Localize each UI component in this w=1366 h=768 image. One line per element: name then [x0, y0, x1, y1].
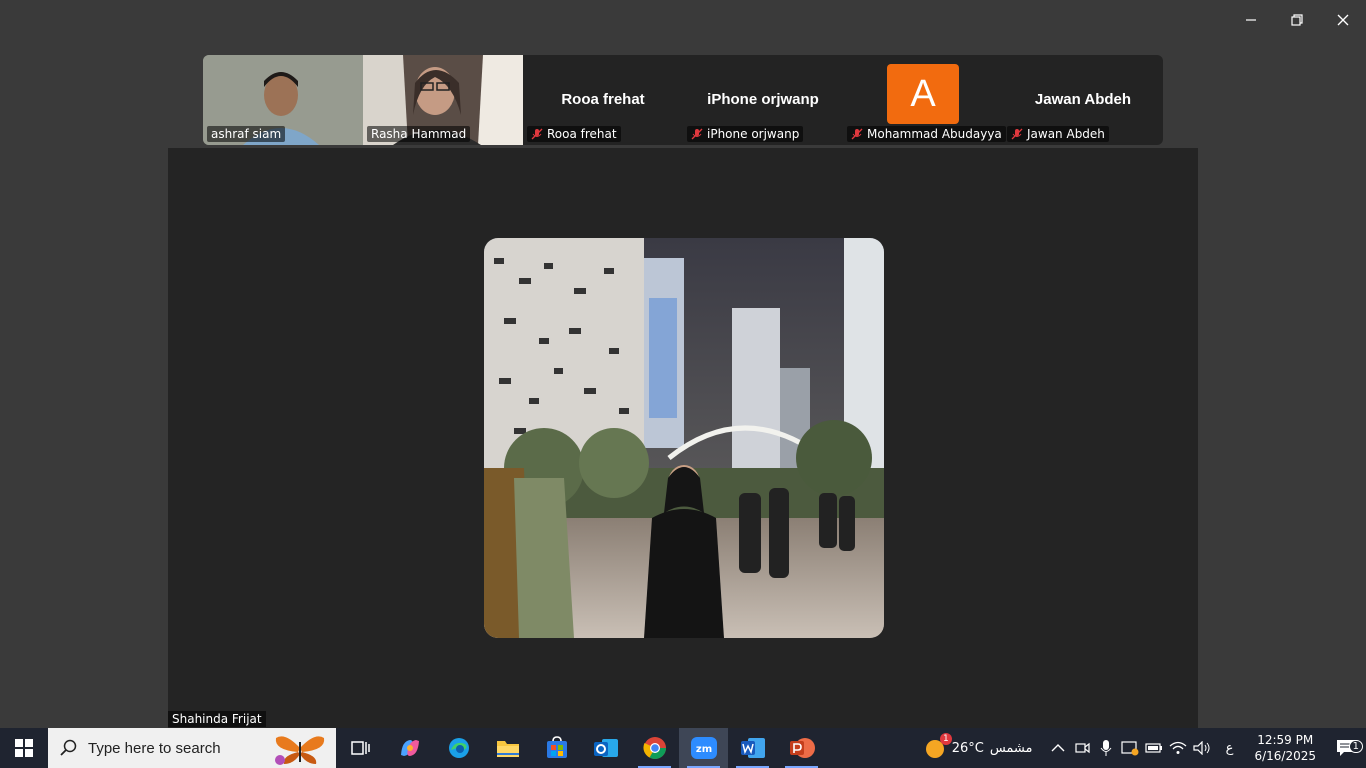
participant-display-name: iPhone orjwanp	[707, 91, 819, 108]
show-hidden-icons-button[interactable]	[1046, 743, 1070, 753]
search-box[interactable]: Type here to search	[48, 728, 336, 768]
participant-tile[interactable]: ashraf siam	[203, 55, 363, 145]
word-button[interactable]	[728, 728, 777, 768]
clock[interactable]: 12:59 PM 6/16/2025	[1254, 732, 1316, 764]
meet-now-button[interactable]	[1070, 741, 1094, 755]
window-controls	[1228, 6, 1366, 34]
svg-text:zm: zm	[695, 744, 711, 755]
start-button[interactable]	[0, 728, 48, 768]
participant-display-name: Jawan Abdeh	[1034, 91, 1132, 108]
battery-button[interactable]	[1142, 742, 1166, 754]
notification-count: 1	[1348, 740, 1363, 753]
participant-tile[interactable]: Jawan Abdeh Jawan Abdeh	[1003, 55, 1163, 145]
sun-icon: 1	[924, 733, 952, 759]
network-status-button[interactable]	[1118, 740, 1142, 756]
minimize-icon	[1246, 19, 1256, 21]
participant-tile[interactable]: A Mohammad Abudayya	[843, 55, 1006, 145]
city-night-photo	[484, 238, 884, 638]
wifi-button[interactable]	[1166, 741, 1190, 755]
chevron-up-icon	[1051, 744, 1065, 752]
weather-text: مشمس	[989, 740, 1033, 756]
wifi-icon	[1170, 741, 1187, 754]
muted-mic-icon	[531, 128, 543, 140]
avatar: A	[887, 64, 959, 124]
muted-mic-icon	[691, 128, 703, 140]
chrome-icon	[642, 737, 666, 759]
outlook-button[interactable]	[581, 728, 630, 768]
file-explorer-button[interactable]	[483, 728, 532, 768]
restore-button[interactable]	[1274, 6, 1320, 34]
windows-icon	[15, 739, 33, 757]
search-icon	[60, 739, 77, 756]
minimize-button[interactable]	[1228, 6, 1274, 34]
clock-date: 6/16/2025	[1254, 749, 1316, 763]
participant-label: Mohammad Abudayya	[847, 126, 1006, 142]
zoom-button[interactable]: zm	[679, 728, 728, 768]
volume-button[interactable]	[1190, 741, 1214, 755]
participant-label: iPhone orjwanp	[687, 126, 804, 142]
participant-label: ashraf siam	[207, 126, 286, 142]
muted-mic-icon	[1011, 128, 1023, 140]
battery-icon	[1145, 743, 1163, 753]
zoom-icon: zm	[690, 737, 717, 759]
task-view-button[interactable]	[336, 728, 385, 768]
outlook-icon	[593, 739, 618, 757]
edge-icon	[448, 738, 469, 758]
participant-display-name: Rooa frehat	[561, 91, 645, 108]
participant-tile[interactable]: Rooa frehat Rooa frehat	[523, 55, 683, 145]
copilot-icon	[400, 740, 419, 756]
butterfly-icon	[275, 736, 325, 765]
microphone-button[interactable]	[1094, 740, 1118, 756]
word-icon	[740, 738, 765, 758]
close-icon	[1337, 14, 1349, 26]
participant-label: Rasha Hammad	[367, 126, 471, 142]
powerpoint-button[interactable]	[777, 728, 826, 768]
store-button[interactable]	[532, 728, 581, 768]
participant-strip: ashraf siam Rasha Hammad Rooa frehat Roo…	[203, 55, 1163, 145]
participant-tile[interactable]: iPhone orjwanp iPhone orjwanp	[683, 55, 843, 145]
notifications-button[interactable]: 1	[1326, 739, 1366, 757]
volume-icon	[1193, 741, 1210, 755]
weather-badge: 1	[939, 733, 952, 745]
profile-picture	[484, 238, 884, 638]
muted-mic-icon	[851, 128, 863, 140]
participant-label: Rooa frehat	[527, 126, 621, 142]
folder-icon	[496, 741, 519, 757]
store-icon	[546, 736, 567, 758]
search-placeholder: Type here to search	[88, 739, 221, 757]
weather-widget[interactable]: 1 26°C مشمس	[924, 733, 1033, 759]
clock-time: 12:59 PM	[1257, 733, 1314, 747]
language-indicator[interactable]: ع	[1214, 741, 1244, 756]
weather-temp: 26°C	[951, 740, 984, 756]
powerpoint-icon	[789, 738, 815, 758]
task-view-icon	[350, 741, 370, 755]
copilot-button[interactable]	[385, 728, 434, 768]
restore-icon	[1291, 14, 1303, 26]
system-tray: 1 26°C مشمس ع 12:59 PM 6/16/2025 1	[924, 728, 1366, 768]
taskbar: Type here to search zm 1 26°C مشمس ع 12:…	[0, 728, 1366, 768]
chrome-button[interactable]	[630, 728, 679, 768]
microphone-icon	[1101, 740, 1112, 756]
camera-icon	[1075, 742, 1091, 754]
display-icon	[1121, 741, 1139, 756]
participant-label: Jawan Abdeh	[1007, 126, 1109, 142]
close-button[interactable]	[1320, 6, 1366, 34]
participant-tile[interactable]: Rasha Hammad	[363, 55, 523, 145]
active-speaker-label: Shahinda Frijat	[168, 711, 266, 727]
active-speaker-view[interactable]: Shahinda Frijat	[168, 148, 1198, 728]
edge-button[interactable]	[434, 728, 483, 768]
